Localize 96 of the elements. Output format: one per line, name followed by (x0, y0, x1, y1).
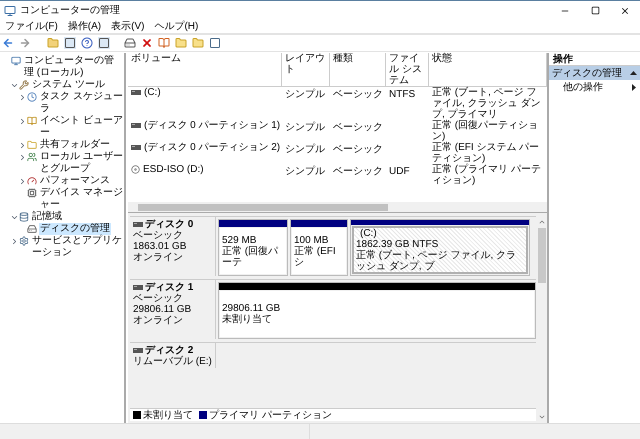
delete-icon[interactable] (141, 37, 153, 49)
column-header[interactable]: 状態 (429, 53, 547, 86)
tree-item-icon (27, 140, 37, 150)
tree-item-icon (19, 80, 29, 90)
disk-name: ディスク 2 (145, 345, 194, 356)
menu-item[interactable]: 表示(V) (111, 19, 144, 34)
tree-item[interactable]: 共有フォルダー (39, 139, 111, 151)
tree-item[interactable]: タスク スケジューラ (39, 91, 124, 115)
disc-drive-icon (131, 165, 140, 174)
table-cell: ESD-ISO (D:) (143, 164, 204, 175)
partition-status: 正常 (ブート, ページ ファイル, クラッシュ ダンプ, ブ (356, 250, 517, 272)
disk-info[interactable]: ディスク 0 ベーシック 1863.01 GB オンライン (130, 217, 216, 276)
close-icon (620, 6, 630, 16)
partition-label: (C:) (359, 228, 378, 239)
table-cell-text: 正常 (EFI システム パーティション) (431, 142, 540, 164)
partition-size: 529 MB (222, 234, 258, 246)
menu-item[interactable]: ヘルプ(H) (154, 19, 198, 34)
tree-item-icon (27, 116, 37, 126)
table-cell: (C:) (144, 87, 161, 98)
forward-icon[interactable] (19, 37, 31, 49)
tree-item-icon (19, 236, 29, 246)
tree-item-icon (27, 152, 37, 162)
disk-status: オンライン (133, 315, 184, 326)
menu-item[interactable]: ファイル(F) (5, 19, 58, 34)
partition[interactable]: (C:) 1862.39 GB NTFS 正常 (ブート, ページ ファイル, クラッシュ ダンプ, ブ (350, 219, 530, 276)
window-title: コンピューターの管理 (20, 4, 121, 18)
table-cell: シンプル (285, 144, 325, 155)
tree-item[interactable]: コンピューターの管理 (ローカル) (23, 55, 124, 79)
disk-status: オンライン (133, 252, 184, 263)
disk-type: ベーシック (133, 230, 184, 241)
scrollbar-thumb[interactable] (138, 204, 388, 210)
tree-item[interactable]: ディスクの管理 (39, 223, 111, 235)
tree-item-icon (27, 188, 37, 198)
app-icon (4, 4, 16, 16)
partition[interactable]: 529 MB 正常 (回復パーテ (218, 219, 288, 276)
actions-section-header[interactable]: ディスクの管理 (549, 66, 640, 80)
table-cell: シンプル (285, 166, 325, 177)
column-header[interactable]: ファイル システム (386, 53, 429, 86)
tree-item[interactable]: 記憶域 (31, 211, 63, 223)
disk-name: ディスク 0 (145, 219, 194, 230)
partition-status: 正常 (EFI シ (294, 246, 337, 268)
tree-item[interactable]: サービスとアプリケーション (31, 235, 124, 259)
disk-size: 29806.11 GB (133, 304, 192, 315)
table-cell: UDF (389, 166, 410, 177)
menu-item[interactable]: 操作(A) (68, 19, 102, 34)
tree-item-icon (19, 212, 29, 222)
disk-type: ベーシック (133, 293, 184, 304)
column-header[interactable]: レイアウト (282, 53, 330, 86)
scroll-up-icon[interactable] (538, 218, 546, 226)
table-cell-text: 正常 (回復パーティション) (431, 120, 540, 142)
table-cell-text: 正常 (プライマリ パーティション) (431, 164, 542, 186)
table-cell: (ディスク 0 パーティション 1) (144, 120, 280, 131)
table-cell: ベーシック (333, 166, 383, 177)
partition-status: 正常 (回復パーテ (222, 246, 280, 268)
column-header[interactable]: ボリューム (128, 53, 282, 86)
partition-size: 100 MB (294, 234, 330, 246)
back-icon[interactable] (2, 37, 14, 49)
help-icon[interactable] (81, 37, 93, 49)
table-cell: シンプル (285, 122, 325, 133)
tree-item-icon (27, 224, 37, 234)
disk-name: ディスク 1 (145, 282, 194, 293)
partition-size: 29806.11 GB (222, 303, 282, 314)
table-cell: ベーシック (333, 122, 383, 133)
tree-item-icon (27, 92, 37, 102)
partition-size: 1862.39 GB NTFS (356, 239, 440, 250)
action-item[interactable]: 他の操作 (563, 80, 632, 94)
maximize-icon (590, 6, 600, 15)
tree-item[interactable]: デバイス マネージャー (39, 187, 124, 211)
legend-label: 未割り当て (143, 408, 193, 422)
horizontal-scrollbar[interactable] (128, 202, 547, 212)
table-cell: NTFS (389, 89, 416, 100)
disk-info[interactable]: ディスク 2 リムーバブル (E:) (130, 343, 216, 368)
table-cell: ベーシック (333, 89, 383, 100)
partition[interactable]: 29806.11 GB 未割り当て (218, 282, 536, 339)
tree-item[interactable]: システム ツール (31, 79, 106, 91)
legend-label: プライマリ パーティション (209, 408, 332, 422)
table-cell: (ディスク 0 パーティション 2) (144, 142, 280, 153)
partition-status: 未割り当て (222, 314, 273, 325)
submenu-arrow-icon (632, 84, 636, 90)
collapse-arrow-icon[interactable] (630, 71, 637, 75)
drive-icon[interactable] (124, 37, 136, 49)
tree-item[interactable]: イベント ビューアー (39, 115, 124, 139)
table-cell: ベーシック (333, 144, 383, 155)
scrollbar-thumb[interactable] (538, 228, 546, 283)
tree-item[interactable]: パフォーマンス (39, 175, 111, 187)
table-cell: シンプル (285, 89, 325, 100)
disk-info[interactable]: ディスク 1 ベーシック 29806.11 GB オンライン (130, 280, 216, 339)
disk-type: リムーバブル (E:) (133, 356, 213, 367)
disk-size: 1863.01 GB (133, 241, 188, 252)
table-cell-text: 正常 (ブート, ページ ファイル, クラッシュ ダンプ, プライマリ (431, 87, 542, 120)
tree-item-icon (11, 56, 21, 66)
column-header[interactable]: 種類 (330, 53, 386, 86)
scroll-down-icon[interactable] (538, 413, 546, 421)
tree-item[interactable]: ローカル ユーザーとグループ (39, 151, 124, 175)
partition[interactable]: 100 MB 正常 (EFI シ (290, 219, 348, 276)
tree-item-icon (27, 176, 37, 186)
